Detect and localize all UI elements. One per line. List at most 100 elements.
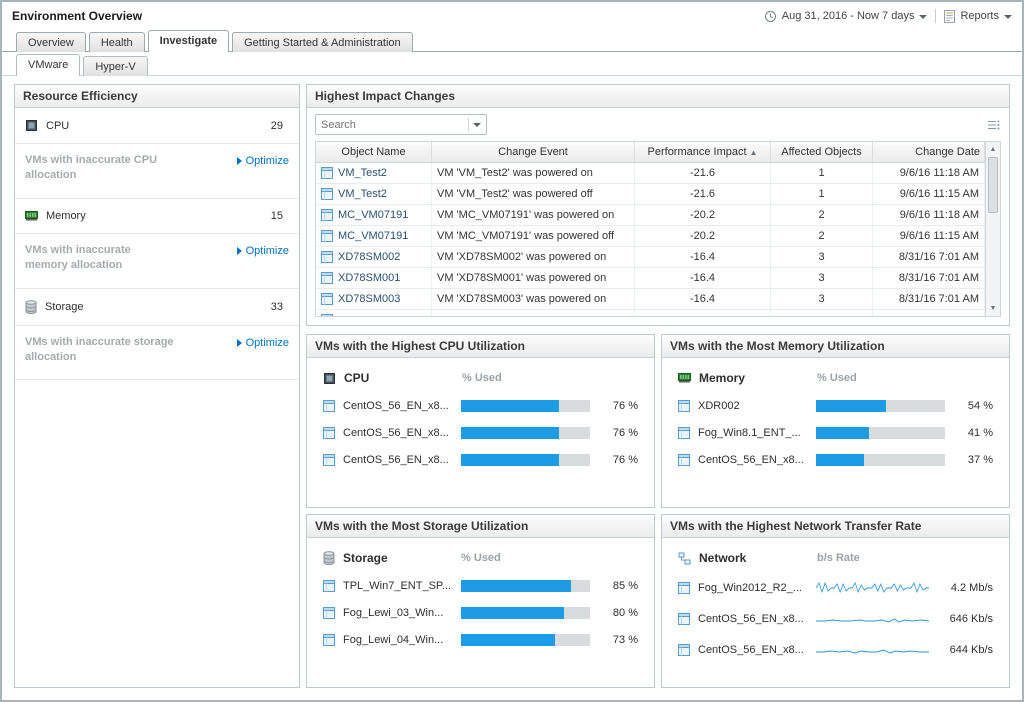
optimize-storage-link[interactable]: Optimize	[237, 337, 289, 349]
tab-investigate[interactable]: Investigate	[148, 30, 229, 52]
object-name: MC_VM07191	[338, 209, 408, 221]
reports-menu[interactable]: Reports	[944, 10, 1012, 23]
dashboard-content: Resource Efficiency CPU 29 VMs with inac…	[2, 76, 1022, 700]
list-item[interactable]: CentOS_56_EN_x8... 644 Kb/s	[678, 642, 993, 658]
cpu-icon	[323, 372, 336, 385]
network-transfer-header: Network b/s Rate	[678, 551, 993, 565]
affected-objects: 2	[771, 205, 873, 225]
resource-row-storage[interactable]: Storage 33	[15, 289, 299, 326]
vm-icon	[678, 613, 690, 625]
arrow-right-icon	[237, 247, 242, 255]
resource-value: 33	[271, 301, 289, 313]
search-options-chevron-icon[interactable]	[473, 123, 481, 127]
tab-health[interactable]: Health	[89, 32, 145, 52]
resource-block-storage: Storage 33 VMs with inaccurate storage a…	[15, 289, 299, 381]
topbar-actions: Aug 31, 2016 - Now 7 days Reports	[764, 9, 1012, 23]
list-item[interactable]: Fog_Lewi_04_Win... 73 %	[323, 634, 638, 646]
list-item[interactable]: Fog_Win8.1_ENT_... 41 %	[678, 427, 993, 439]
right-column: Highest Impact Changes	[306, 84, 1010, 688]
list-item[interactable]: Fog_Win2012_R2_... 4.2 Mb/s	[678, 580, 993, 596]
resource-note-row-memory: VMs with inaccurate memory allocation Op…	[15, 234, 299, 289]
table-customizer-icon[interactable]	[987, 119, 1001, 131]
optimize-cpu-link[interactable]: Optimize	[237, 155, 289, 167]
vm-name: CentOS_56_EN_x8...	[698, 454, 808, 466]
report-document-icon	[944, 10, 955, 23]
vm-icon	[321, 293, 333, 305]
usage-value: 85 %	[598, 580, 638, 592]
table-row-partial[interactable]	[316, 310, 985, 317]
column-header-change-date[interactable]: Change Date	[873, 142, 985, 162]
list-item[interactable]: CentOS_56_EN_x8... 646 Kb/s	[678, 611, 993, 627]
column-header-performance-impact[interactable]: Performance Impact▲	[635, 142, 771, 162]
vm-icon	[321, 230, 333, 242]
resource-block-cpu: CPU 29 VMs with inaccurate CPU allocatio…	[15, 108, 299, 199]
vm-name: XDR002	[698, 400, 808, 412]
vm-icon	[678, 644, 690, 656]
vertical-scrollbar[interactable]: ▲ ▼	[985, 141, 1001, 317]
resource-label: CPU	[46, 120, 69, 132]
column-header-object-name[interactable]: Object Name	[316, 142, 432, 162]
optimize-memory-link[interactable]: Optimize	[237, 245, 289, 257]
object-name: XD78SM003	[338, 293, 400, 305]
search-box	[315, 114, 487, 135]
storage-utilization-header: Storage % Used	[323, 551, 638, 565]
usage-value: 76 %	[598, 454, 638, 466]
search-input[interactable]	[321, 119, 452, 131]
usage-value: 80 %	[598, 607, 638, 619]
list-item[interactable]: CentOS_56_EN_x8... 76 %	[323, 400, 638, 412]
table-row[interactable]: VM_Test2 VM 'VM_Test2' was powered on -2…	[316, 163, 985, 184]
change-date: 8/31/16 7:01 AM	[873, 289, 985, 309]
change-event: VM 'VM_Test2' was powered off	[432, 184, 635, 204]
tab-getting-started-administration[interactable]: Getting Started & Administration	[232, 32, 413, 52]
network-sparkline	[816, 611, 929, 627]
scroll-up-icon[interactable]: ▲	[990, 144, 997, 155]
value-column-header: % Used	[461, 552, 501, 564]
resource-note-row-cpu: VMs with inaccurate CPU allocation Optim…	[15, 144, 299, 199]
vm-icon	[323, 400, 335, 412]
tab-hyper-v[interactable]: Hyper-V	[83, 56, 147, 76]
impact-changes-body: Object Name Change Event Performance Imp…	[307, 108, 1009, 325]
list-item[interactable]: TPL_Win7_ENT_SP... 85 %	[323, 580, 638, 592]
time-range-selector[interactable]: Aug 31, 2016 - Now 7 days	[764, 10, 928, 23]
list-item[interactable]: CentOS_56_EN_x8... 76 %	[323, 454, 638, 466]
transfer-rate-value: 646 Kb/s	[937, 613, 993, 625]
page-title: Environment Overview	[12, 9, 142, 23]
list-item[interactable]: XDR002 54 %	[678, 400, 993, 412]
column-header-change-event[interactable]: Change Event	[432, 142, 635, 162]
list-item[interactable]: Fog_Lewi_03_Win... 80 %	[323, 607, 638, 619]
tab-vmware[interactable]: VMware	[16, 54, 80, 76]
memory-usage-bar	[816, 427, 945, 439]
list-item[interactable]: CentOS_56_EN_x8... 76 %	[323, 427, 638, 439]
change-date: 9/6/16 11:18 AM	[873, 163, 985, 183]
storage-icon	[323, 551, 335, 565]
change-event: VM 'MC_VM07191' was powered off	[432, 226, 635, 246]
table-row[interactable]: MC_VM07191 VM 'MC_VM07191' was powered o…	[316, 226, 985, 247]
chevron-down-icon	[1004, 15, 1012, 19]
table-row[interactable]: XD78SM003 VM 'XD78SM003' was powered on …	[316, 289, 985, 310]
column-header-affected-objects[interactable]: Affected Objects	[771, 142, 873, 162]
resource-row-memory[interactable]: Memory 15	[15, 199, 299, 234]
scroll-down-icon[interactable]: ▼	[990, 303, 997, 314]
resource-efficiency-panel: Resource Efficiency CPU 29 VMs with inac…	[14, 84, 300, 688]
table-row[interactable]: VM_Test2 VM 'VM_Test2' was powered off -…	[316, 184, 985, 205]
tab-overview[interactable]: Overview	[16, 32, 86, 52]
storage-utilization-panel: VMs with the Most Storage Utilization St…	[306, 514, 655, 688]
performance-impact: -16.4	[635, 289, 771, 309]
table-row[interactable]: MC_VM07191 VM 'MC_VM07191' was powered o…	[316, 205, 985, 226]
vm-name: CentOS_56_EN_x8...	[343, 427, 453, 439]
storage-utilization-title: VMs with the Most Storage Utilization	[307, 515, 654, 538]
list-item[interactable]: CentOS_56_EN_x8... 37 %	[678, 454, 993, 466]
reports-label: Reports	[960, 10, 999, 22]
table-row[interactable]: XD78SM002 VM 'XD78SM002' was powered on …	[316, 247, 985, 268]
vm-name: Fog_Lewi_03_Win...	[343, 607, 453, 619]
search-icon[interactable]	[452, 119, 464, 131]
vm-icon	[321, 314, 333, 317]
memory-icon	[25, 210, 38, 222]
memory-utilization-header: Memory % Used	[678, 371, 993, 385]
scrollbar-thumb[interactable]	[988, 157, 998, 213]
table-row[interactable]: XD78SM001 VM 'XD78SM001' was powered on …	[316, 268, 985, 289]
change-event: VM 'XD78SM003' was powered on	[432, 289, 635, 309]
cpu-utilization-title: VMs with the Highest CPU Utilization	[307, 335, 654, 358]
resource-row-cpu[interactable]: CPU 29	[15, 108, 299, 144]
value-column-header: % Used	[462, 372, 502, 384]
